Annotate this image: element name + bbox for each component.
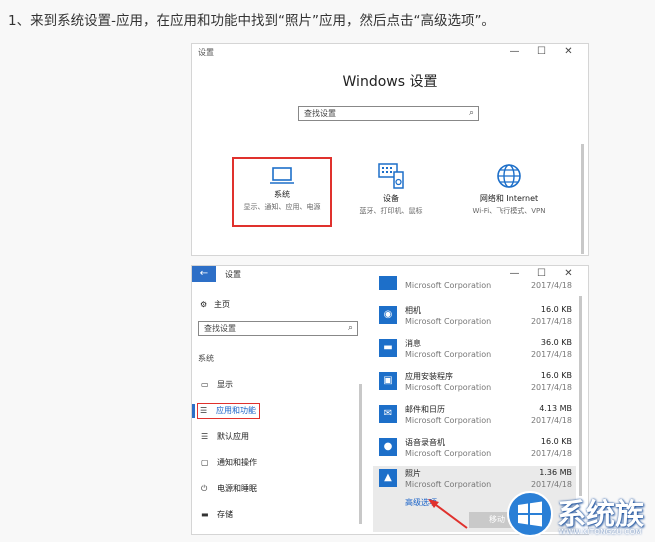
tile-network[interactable]: 网络和 Internet Wi-Fi、飞行模式、VPN <box>454 162 564 216</box>
tile-description: 蓝牙、打印机、鼠标 <box>359 207 423 215</box>
globe-icon <box>497 164 521 188</box>
tile-title: 系统 <box>274 190 290 199</box>
tile-description: 显示、通知、应用、电源 <box>243 203 321 211</box>
search-placeholder: 查找设置 <box>304 109 336 118</box>
tile-title: 设备 <box>383 194 399 203</box>
windows-logo-icon <box>507 491 553 537</box>
watermark-brand: 系统族 <box>557 497 645 531</box>
window-title: 设置 <box>198 48 214 57</box>
tile-system[interactable]: 系统 显示、通知、应用、电源 <box>232 157 332 227</box>
tile-description: Wi-Fi、飞行模式、VPN <box>472 207 546 215</box>
instruction-text: 1、来到系统设置-应用，在应用和功能中找到“照片”应用，然后点击“高级选项”。 <box>8 13 495 29</box>
search-input[interactable]: 查找设置 ⌕ <box>298 106 479 121</box>
devices-icon <box>378 163 404 189</box>
caption-buttons: — ☐ ✕ <box>501 44 582 60</box>
settings-window: 设置 — ☐ ✕ Windows 设置 查找设置 ⌕ 系统 显示、通知、应用、电… <box>191 43 589 256</box>
watermark: 系统族 WWW.XITONGZU.COM <box>503 487 655 542</box>
search-icon[interactable]: ⌕ <box>469 107 474 120</box>
close-button[interactable]: ✕ <box>555 44 582 60</box>
watermark-url: WWW.XITONGZU.COM <box>559 528 642 536</box>
tile-devices[interactable]: 设备 蓝牙、打印机、鼠标 <box>342 162 440 216</box>
scrollbar[interactable] <box>581 144 584 254</box>
maximize-button[interactable]: ☐ <box>528 44 555 60</box>
laptop-icon <box>270 167 294 184</box>
tile-title: 网络和 Internet <box>479 194 539 203</box>
page-title: Windows 设置 <box>342 74 438 90</box>
minimize-button[interactable]: — <box>501 44 528 60</box>
